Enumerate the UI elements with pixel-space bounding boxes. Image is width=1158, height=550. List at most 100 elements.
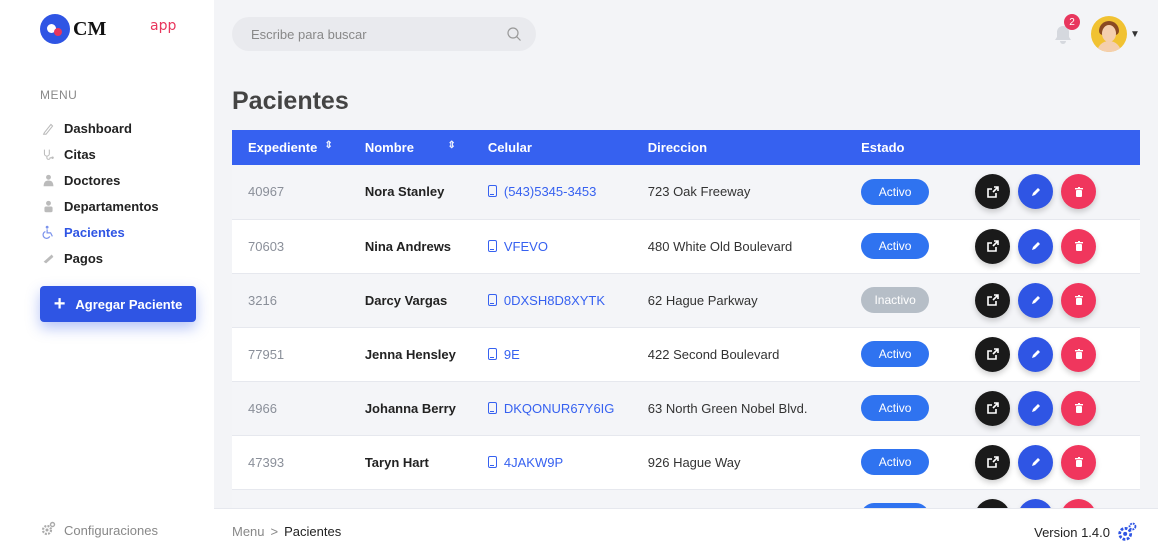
cell-estado: Activo xyxy=(845,165,959,219)
cell-direccion: 480 White Old Boulevard xyxy=(647,238,793,254)
stethoscope-icon xyxy=(40,146,56,162)
phone-icon xyxy=(487,347,497,360)
delete-trash-icon[interactable] xyxy=(1061,282,1097,318)
cell-estado: Activo xyxy=(845,219,959,273)
status-badge: Activo xyxy=(861,341,930,367)
cell-direccion: 926 Hague Way xyxy=(647,454,741,470)
settings-label: Configuraciones xyxy=(64,523,158,538)
pen-icon xyxy=(40,120,56,136)
footer: Menu > Pacientes Version 1.4.0 xyxy=(214,508,1158,550)
table-body: 40967 Nora Stanley (543)5345-3453 723 Oak F… xyxy=(232,165,1140,508)
phone-number: 0DXSH8D8XYTK xyxy=(503,292,606,308)
sidebar-item-doctores[interactable]: Doctores xyxy=(40,167,159,193)
phone-icon xyxy=(487,455,497,468)
edit-pencil-icon[interactable] xyxy=(1018,390,1054,426)
add-patient-button[interactable]: + Agregar Paciente xyxy=(40,286,196,322)
edit-pencil-icon[interactable] xyxy=(1018,282,1054,318)
page-title: Pacientes xyxy=(232,87,349,115)
cell-expediente: 3216 xyxy=(248,292,277,308)
breadcrumb-root[interactable]: Menu xyxy=(232,524,265,539)
delete-trash-icon[interactable] xyxy=(1061,174,1097,210)
cell-direccion xyxy=(632,489,845,508)
table-row[interactable]: 77951 Jenna Hensley 9E 422 Second Boulevard… xyxy=(232,327,1140,381)
open-external-icon[interactable] xyxy=(975,498,1011,508)
status-badge: Activo xyxy=(861,449,930,475)
settings-link[interactable]: Configuraciones xyxy=(40,521,158,540)
sidebar-item-citas[interactable]: Citas xyxy=(40,141,159,167)
column-header-expediente[interactable]: Expediente ⇕ xyxy=(232,130,349,165)
table-row[interactable]: 70603 Nina Andrews VFEVO 480 White Old Boul… xyxy=(232,219,1140,273)
cell-celular[interactable]: VFEVO xyxy=(472,219,632,273)
sort-icon[interactable]: ⇕ xyxy=(447,140,455,151)
cell-direccion: 62 Hague Parkway xyxy=(647,292,758,308)
sidebar-item-label: Doctores xyxy=(64,172,121,188)
cell-celular[interactable]: 0DXSH8D8XYTK xyxy=(472,273,632,327)
search-icon[interactable] xyxy=(506,26,522,42)
table-row[interactable]: 47393 Taryn Hart 4JAKW9P 926 Hague Way Activ… xyxy=(232,435,1140,489)
cell-nombre xyxy=(349,489,472,508)
phone-number: 4JAKW9P xyxy=(503,454,564,470)
cell-celular[interactable]: 9E xyxy=(472,327,632,381)
open-external-icon[interactable] xyxy=(975,228,1011,264)
phone-number: 9E xyxy=(503,346,520,362)
breadcrumb-separator: > xyxy=(270,524,279,539)
delete-trash-icon[interactable] xyxy=(1061,336,1097,372)
sidebar-menu: Dashboard Citas Doctores Departamentos P… xyxy=(40,115,159,271)
sidebar-item-dashboard[interactable]: Dashboard xyxy=(40,115,159,141)
sidebar-item-pagos[interactable]: Pagos xyxy=(40,245,159,271)
cell-celular[interactable]: 4JAKW9P xyxy=(472,435,632,489)
cell-direccion: 63 North Green Nobel Blvd. xyxy=(647,400,808,416)
gear-icon[interactable] xyxy=(1116,521,1138,543)
table-row[interactable]: 3216 Darcy Vargas 0DXSH8D8XYTK 62 Hague Par… xyxy=(232,273,1140,327)
chevron-down-icon[interactable]: ▼ xyxy=(1130,29,1140,40)
gear-icon xyxy=(40,521,56,540)
open-external-icon[interactable] xyxy=(975,282,1011,318)
sort-icon[interactable]: ⇕ xyxy=(324,140,332,151)
sidebar: CM app MENU Dashboard Citas Doctores Dep… xyxy=(0,0,214,550)
cell-direccion: 723 Oak Freeway xyxy=(647,184,751,200)
edit-pencil-icon[interactable] xyxy=(1018,336,1054,372)
search-input[interactable] xyxy=(251,26,506,42)
doctor-icon xyxy=(40,172,56,188)
payment-icon xyxy=(40,250,56,266)
department-icon xyxy=(40,198,56,214)
delete-trash-icon[interactable] xyxy=(1061,498,1097,508)
sidebar-item-label: Pagos xyxy=(64,250,104,266)
plus-icon: + xyxy=(53,293,66,315)
cell-celular[interactable] xyxy=(472,489,632,508)
cell-nombre: Darcy Vargas xyxy=(364,292,448,308)
cell-estado: Inactivo xyxy=(845,273,959,327)
logo-pill-icon xyxy=(40,14,70,44)
table-row[interactable]: 4966 Johanna Berry DKQONUR67Y6IG 63 North G… xyxy=(232,381,1140,435)
delete-trash-icon[interactable] xyxy=(1061,390,1097,426)
open-external-icon[interactable] xyxy=(975,336,1011,372)
phone-number: (543)5345-3453 xyxy=(503,184,597,200)
logo-app-label: app xyxy=(150,18,177,34)
table-row[interactable]: Activo xyxy=(232,489,1140,508)
breadcrumb-current: Pacientes xyxy=(284,524,342,539)
edit-pencil-icon[interactable] xyxy=(1018,444,1054,480)
delete-trash-icon[interactable] xyxy=(1061,444,1097,480)
open-external-icon[interactable] xyxy=(975,444,1011,480)
edit-pencil-icon[interactable] xyxy=(1018,498,1054,508)
edit-pencil-icon[interactable] xyxy=(1018,174,1054,210)
cell-actions xyxy=(959,489,1140,508)
edit-pencil-icon[interactable] xyxy=(1018,228,1054,264)
search-bar xyxy=(232,17,536,51)
sidebar-item-label: Pacientes xyxy=(64,224,125,240)
cell-estado: Activo xyxy=(845,381,959,435)
cell-celular[interactable]: (543)5345-3453 xyxy=(472,165,632,219)
delete-trash-icon[interactable] xyxy=(1061,228,1097,264)
open-external-icon[interactable] xyxy=(975,174,1011,210)
cell-celular[interactable]: DKQONUR67Y6IG xyxy=(472,381,632,435)
sidebar-item-pacientes[interactable]: Pacientes xyxy=(40,219,159,245)
sidebar-item-departamentos[interactable]: Departamentos xyxy=(40,193,159,219)
column-header-nombre[interactable]: Nombre ⇕ xyxy=(349,130,472,165)
table-row[interactable]: 40967 Nora Stanley (543)5345-3453 723 Oak F… xyxy=(232,165,1140,219)
version-info: Version 1.4.0 xyxy=(1034,521,1138,543)
avatar[interactable] xyxy=(1091,16,1127,52)
cell-nombre: Taryn Hart xyxy=(364,454,429,470)
sidebar-item-label: Dashboard xyxy=(64,120,132,136)
open-external-icon[interactable] xyxy=(975,390,1011,426)
logo[interactable]: CM xyxy=(40,14,106,44)
